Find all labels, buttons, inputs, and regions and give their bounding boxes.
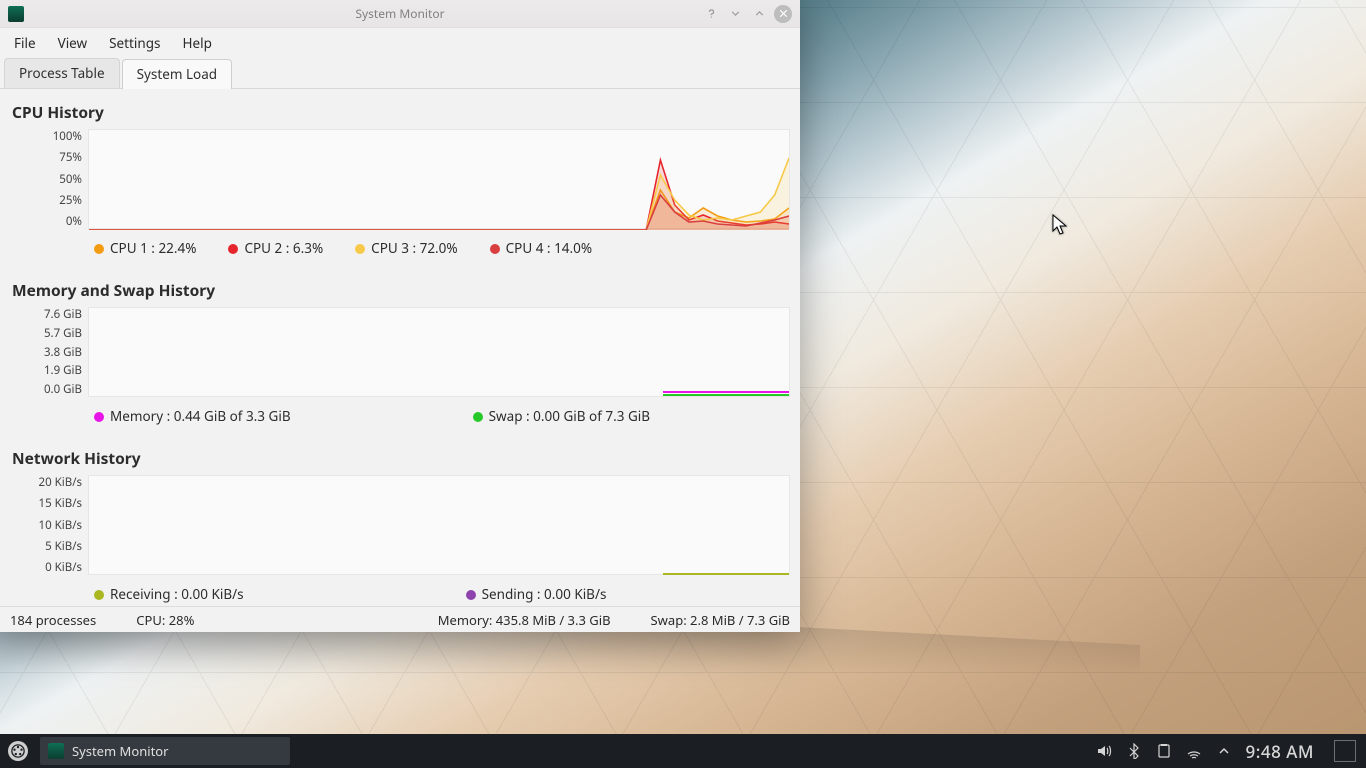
legend-cpu2: CPU 2 : 6.3% bbox=[228, 239, 323, 257]
legend-sending: Sending : 0.00 KiB/s bbox=[466, 585, 607, 603]
tabs: Process Table System Load bbox=[0, 58, 800, 89]
cpu-chart-area: 100% 75% 50% 25% 0% bbox=[10, 129, 790, 229]
menu-settings[interactable]: Settings bbox=[109, 34, 160, 52]
cpu-legend: CPU 1 : 22.4% CPU 2 : 6.3% CPU 3 : 72.0%… bbox=[10, 229, 790, 271]
window-status-bar: 184 processes CPU: 28% Memory: 435.8 MiB… bbox=[0, 606, 800, 632]
tab-system-load[interactable]: System Load bbox=[122, 59, 233, 89]
system-tray: 9:48 AM bbox=[1096, 740, 1366, 763]
cpu-chart bbox=[88, 129, 790, 229]
titlebar[interactable]: System Monitor bbox=[0, 0, 800, 28]
menubar: File View Settings Help bbox=[0, 28, 800, 58]
cpu-y-axis: 100% 75% 50% 25% 0% bbox=[10, 129, 88, 229]
status-swap: Swap: 2.8 MiB / 7.3 GiB bbox=[651, 611, 790, 629]
bluetooth-icon[interactable] bbox=[1126, 743, 1142, 759]
tray-expand-icon[interactable] bbox=[1216, 743, 1232, 759]
network-icon[interactable] bbox=[1186, 743, 1202, 759]
window-controls bbox=[702, 5, 800, 23]
network-legend: Receiving : 0.00 KiB/s Sending : 0.00 Ki… bbox=[10, 575, 790, 606]
clipboard-icon[interactable] bbox=[1156, 743, 1172, 759]
cpu-history-title: CPU History bbox=[12, 101, 790, 123]
show-desktop-button[interactable] bbox=[1334, 740, 1356, 762]
network-chart-area: 20 KiB/s 15 KiB/s 10 KiB/s 5 KiB/s 0 KiB… bbox=[10, 475, 790, 575]
minimize-button[interactable] bbox=[726, 5, 744, 23]
task-app-icon bbox=[48, 743, 64, 759]
legend-receiving: Receiving : 0.00 KiB/s bbox=[94, 585, 244, 603]
task-label: System Monitor bbox=[72, 742, 169, 760]
legend-cpu4: CPU 4 : 14.0% bbox=[490, 239, 592, 257]
legend-cpu3: CPU 3 : 72.0% bbox=[355, 239, 457, 257]
memory-history-title: Memory and Swap History bbox=[12, 279, 790, 301]
volume-icon[interactable] bbox=[1096, 743, 1112, 759]
window-title: System Monitor bbox=[0, 5, 800, 22]
app-icon bbox=[8, 6, 24, 22]
legend-cpu1: CPU 1 : 22.4% bbox=[94, 239, 196, 257]
taskbar: System Monitor 9:48 AM bbox=[0, 734, 1366, 768]
legend-swap: Swap : 0.00 GiB of 7.3 GiB bbox=[473, 407, 650, 425]
status-memory: Memory: 435.8 MiB / 3.3 GiB bbox=[438, 611, 611, 629]
status-cpu: CPU: 28% bbox=[136, 611, 194, 629]
close-button[interactable] bbox=[774, 5, 792, 23]
network-history-title: Network History bbox=[12, 447, 790, 469]
system-monitor-window: System Monitor File View Settings Help P… bbox=[0, 0, 800, 632]
task-system-monitor[interactable]: System Monitor bbox=[40, 737, 290, 765]
legend-memory: Memory : 0.44 GiB of 3.3 GiB bbox=[94, 407, 291, 425]
tab-content: CPU History 100% 75% 50% 25% 0% CPU 1 : … bbox=[0, 89, 800, 606]
tab-process-table[interactable]: Process Table bbox=[4, 58, 120, 88]
memory-legend: Memory : 0.44 GiB of 3.3 GiB Swap : 0.00… bbox=[10, 397, 790, 439]
status-processes: 184 processes bbox=[10, 611, 96, 629]
memory-chart bbox=[88, 307, 790, 397]
network-chart bbox=[88, 475, 790, 575]
help-button[interactable] bbox=[702, 5, 720, 23]
memory-y-axis: 7.6 GiB 5.7 GiB 3.8 GiB 1.9 GiB 0.0 GiB bbox=[10, 307, 88, 397]
maximize-button[interactable] bbox=[750, 5, 768, 23]
network-y-axis: 20 KiB/s 15 KiB/s 10 KiB/s 5 KiB/s 0 KiB… bbox=[10, 475, 88, 575]
clock[interactable]: 9:48 AM bbox=[1246, 740, 1314, 763]
memory-chart-area: 7.6 GiB 5.7 GiB 3.8 GiB 1.9 GiB 0.0 GiB bbox=[10, 307, 790, 397]
menu-view[interactable]: View bbox=[58, 34, 88, 52]
menu-help[interactable]: Help bbox=[183, 34, 212, 52]
menu-file[interactable]: File bbox=[14, 34, 36, 52]
application-launcher[interactable] bbox=[0, 734, 36, 768]
